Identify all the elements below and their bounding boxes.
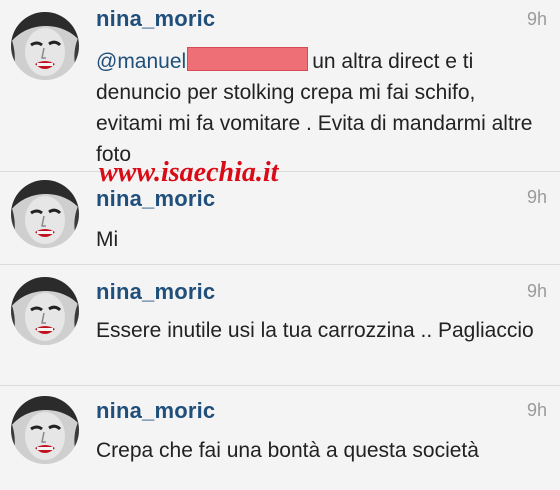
avatar-image	[11, 396, 79, 464]
comment-item: nina_moric 9h Essere inutile usi la tua …	[0, 265, 560, 386]
comment-text: Mi	[96, 228, 119, 251]
redaction-box	[187, 47, 309, 71]
comment-item: nina_moric 9h @manuel un altra direct e t…	[0, 0, 560, 172]
user-avatar[interactable]	[11, 12, 79, 80]
username-link[interactable]: nina_moric	[96, 6, 215, 32]
user-avatar[interactable]	[11, 180, 79, 248]
comment-text: @manuel un altra direct e ti denuncio per…	[96, 46, 540, 170]
comment-item: nina_moric 9h Mi	[0, 172, 560, 265]
comment-timestamp: 9h	[526, 9, 547, 29]
username-link[interactable]: nina_moric	[96, 279, 215, 305]
comment-timestamp: 9h	[526, 400, 547, 420]
username-link[interactable]: nina_moric	[96, 398, 215, 424]
user-avatar[interactable]	[11, 277, 79, 345]
comment-text: Essere inutile usi la tua carrozzina .. …	[96, 319, 534, 342]
avatar-image	[11, 277, 79, 345]
user-avatar[interactable]	[11, 396, 79, 464]
mention-link[interactable]: @manuel	[96, 50, 186, 73]
avatar-image	[11, 12, 79, 80]
comment-item: nina_moric 9h Crepa che fai una bontà a …	[0, 386, 560, 490]
avatar-image	[11, 180, 79, 248]
comment-timestamp: 9h	[526, 281, 547, 301]
username-link[interactable]: nina_moric	[96, 186, 215, 212]
comment-timestamp: 9h	[526, 187, 547, 207]
comment-text: Crepa che fai una bontà a questa società	[96, 439, 479, 462]
